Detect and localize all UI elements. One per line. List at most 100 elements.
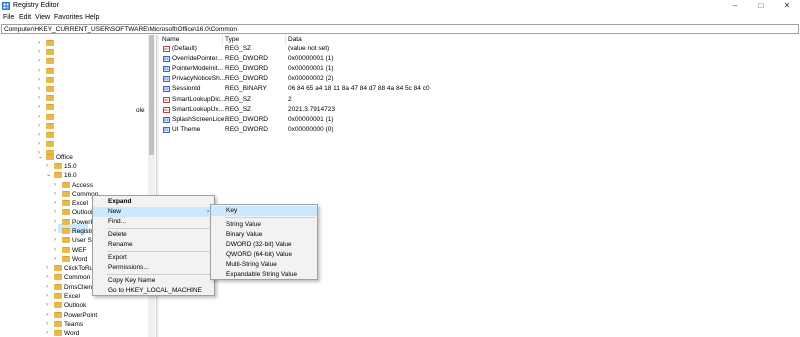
value-name: SmartLookupUx... [172, 105, 225, 113]
menu-separator [107, 228, 211, 229]
menu-item-new-multistring[interactable]: Multi-String Value [211, 260, 317, 270]
tree-node-office-child[interactable]: › Outlook [46, 301, 155, 310]
chevron-right-icon[interactable]: › [38, 122, 44, 131]
chevron-right-icon[interactable]: › [54, 199, 60, 208]
chevron-right-icon[interactable]: › [38, 94, 44, 103]
chevron-right-icon[interactable]: › [54, 218, 60, 227]
tree-node[interactable]: › [38, 85, 155, 94]
chevron-right-icon[interactable]: › [38, 113, 44, 122]
chevron-right-icon[interactable]: › [46, 273, 52, 282]
menu-edit[interactable]: Edit [19, 14, 31, 21]
tree-node[interactable]: › [38, 103, 155, 112]
chevron-right-icon[interactable]: › [54, 236, 60, 245]
column-header-data[interactable]: Data [288, 36, 302, 43]
tree-node[interactable]: › [38, 48, 155, 57]
chevron-right-icon[interactable]: › [54, 227, 60, 236]
menu-item-goto-hklm[interactable]: Go to HKEY_LOCAL_MACHINE [93, 286, 214, 296]
menu-favorites[interactable]: Favorites [54, 14, 83, 21]
value-row[interactable]: UI Theme REG_DWORD 0x00000000 (0) [160, 125, 800, 135]
value-row[interactable]: (Default) REG_SZ (value not set) [160, 44, 800, 54]
tree-node[interactable]: › [38, 57, 155, 66]
chevron-right-icon[interactable]: › [38, 76, 44, 85]
chevron-right-icon[interactable]: › [38, 48, 44, 57]
chevron-right-icon[interactable]: › [54, 246, 60, 255]
address-bar[interactable]: Computer\HKEY_CURRENT_USER\SOFTWARE\Micr… [1, 24, 799, 34]
tree-node[interactable]: › [38, 94, 155, 103]
menu-item-permissions[interactable]: Permissions... [93, 263, 214, 273]
tree-node[interactable]: › [38, 122, 155, 131]
tree-node-office-child[interactable]: › Teams [46, 320, 155, 329]
tree-node[interactable]: › [38, 39, 155, 48]
chevron-right-icon[interactable]: › [46, 320, 52, 329]
chevron-right-icon[interactable]: › [46, 311, 52, 320]
menu-item-export[interactable]: Export [93, 253, 214, 263]
menu-item-new-qword[interactable]: QWORD (64-bit) Value [211, 250, 317, 260]
folder-icon [54, 292, 62, 299]
menu-item-expand[interactable]: Expand [93, 197, 214, 207]
maximize-button[interactable]: □ [748, 0, 774, 12]
value-data: (value not set) [288, 45, 330, 52]
tree-node-15[interactable]: › 15.0 [46, 162, 155, 171]
value-row[interactable]: PointerModeInit...REG_DWORD 0x00000001 (1… [160, 64, 800, 74]
chevron-right-icon[interactable]: › [38, 57, 44, 66]
value-row[interactable]: PrivacyNoticeSh...REG_DWORD 0x00000002 (2… [160, 74, 800, 84]
value-row[interactable]: SplashScreenLice...REG_DWORD 0x00000001 (… [160, 115, 800, 125]
menu-view[interactable]: View [35, 14, 50, 21]
chevron-right-icon[interactable]: › [46, 292, 52, 301]
value-row[interactable]: SessionId REG_BINARY 06 84 65 a4 18 11 8a … [160, 84, 800, 94]
chevron-right-icon[interactable]: › [38, 103, 44, 112]
tree-node-16-child[interactable]: › Access [54, 181, 155, 190]
tree-node[interactable]: › [38, 76, 155, 85]
chevron-down-icon[interactable]: ⌄ [46, 171, 52, 180]
tree-scrollbar-thumb[interactable] [149, 35, 154, 155]
close-button[interactable]: ✕ [774, 0, 800, 12]
chevron-right-icon[interactable]: › [46, 264, 52, 273]
chevron-right-icon[interactable]: › [38, 39, 44, 48]
value-row[interactable]: SmartLookupUx...REG_SZ 2021.3.7914723 [160, 105, 800, 115]
new-submenu: Key String Value Binary Value DWORD (32-… [210, 204, 318, 280]
menu-item-label: String Value [226, 221, 261, 228]
value-row[interactable]: SmartLookupDic...REG_SZ 2 [160, 95, 800, 105]
column-header-name[interactable]: Name [162, 36, 179, 43]
tree-node-office[interactable]: ⌄ Office [38, 153, 155, 162]
menu-item-new-dword[interactable]: DWORD (32-bit) Value [211, 240, 317, 250]
menu-item-new-key[interactable]: Key [211, 206, 317, 216]
menu-item-copy-key-name[interactable]: Copy Key Name [93, 276, 214, 286]
menu-item-new-expandable[interactable]: Expandable String Value [211, 270, 317, 280]
minimize-button[interactable]: – [722, 0, 748, 12]
value-data: 0x00000001 (1) [288, 65, 334, 73]
column-header-type[interactable]: Type [225, 36, 239, 43]
chevron-right-icon[interactable]: › [54, 208, 60, 217]
menu-item-delete[interactable]: Delete [93, 230, 214, 240]
menu-item-find[interactable]: Find... [93, 217, 214, 227]
tree-node[interactable]: › [38, 113, 155, 122]
menu-item-new-string[interactable]: String Value [211, 220, 317, 230]
tree-node-office-child[interactable]: › Word [46, 329, 155, 337]
menu-help[interactable]: Help [85, 14, 99, 21]
chevron-down-icon[interactable]: ⌄ [38, 153, 44, 162]
chevron-right-icon[interactable]: › [38, 67, 44, 76]
menu-file[interactable]: File [3, 14, 14, 21]
chevron-right-icon[interactable]: › [46, 301, 52, 310]
tree-node-16[interactable]: ⌄ 16.0 [46, 171, 155, 180]
chevron-right-icon[interactable]: › [46, 329, 52, 337]
chevron-right-icon[interactable]: › [38, 85, 44, 94]
chevron-right-icon[interactable]: › [38, 131, 44, 140]
chevron-right-icon[interactable]: › [46, 283, 52, 292]
chevron-right-icon[interactable]: › [54, 255, 60, 264]
value-row[interactable]: OverridePointer...REG_DWORD 0x00000001 (1… [160, 54, 800, 64]
chevron-right-icon[interactable]: › [54, 181, 60, 190]
value-type: REG_DWORD [225, 75, 268, 83]
values-list[interactable]: Name Type Data (Default) REG_SZ (value not… [160, 35, 800, 337]
tree-node[interactable]: › [38, 131, 155, 140]
menu-item-new-binary[interactable]: Binary Value [211, 230, 317, 240]
tree-node[interactable]: › [38, 67, 155, 76]
value-data: 0x00000001 (1) [288, 115, 334, 123]
chevron-right-icon[interactable]: › [54, 190, 60, 199]
chevron-right-icon[interactable]: › [46, 162, 52, 171]
chevron-right-icon[interactable]: › [38, 140, 44, 149]
tree-node-office-child[interactable]: › PowerPoint [46, 311, 155, 320]
menu-item-rename[interactable]: Rename [93, 240, 214, 250]
menu-item-new[interactable]: New › [93, 207, 214, 217]
tree-node[interactable]: › [38, 140, 155, 149]
